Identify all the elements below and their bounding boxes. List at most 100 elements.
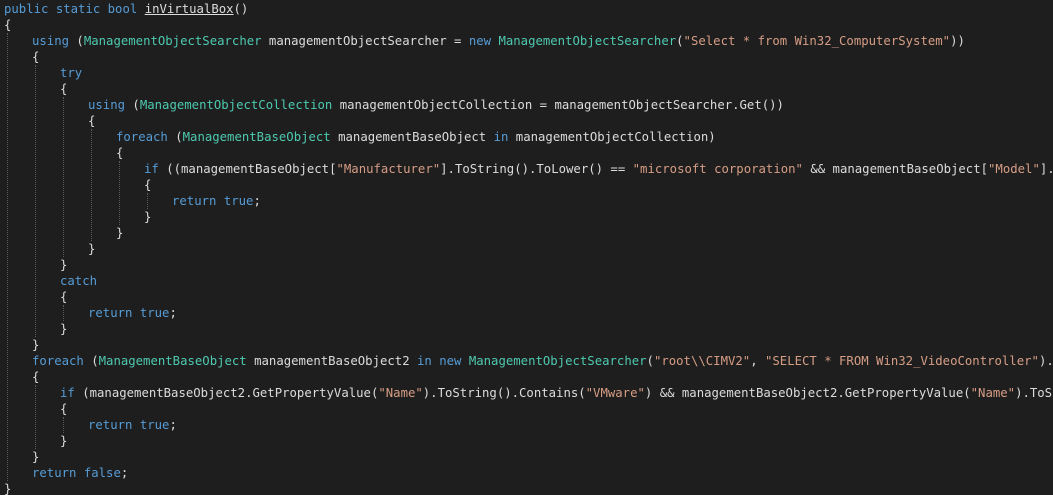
code-token: } [60,322,68,336]
code-token: )) [950,34,965,48]
code-token: { [4,18,12,32]
code-token: managementBaseObject [330,130,494,144]
code-token: ManagementObjectSearcher [83,34,262,48]
code-token: return [88,306,133,320]
indent-guide [91,129,92,241]
code-token: try [60,66,83,80]
code-token: ( [646,354,654,368]
code-token: managementObjectCollection = managementO… [332,98,784,112]
code-token: ).ToString(). [1015,386,1053,400]
code-token: { [32,50,40,64]
code-token: ; [169,306,177,320]
code-token: { [60,402,68,416]
code-line: return true; [88,305,177,321]
code-token: "SELECT * FROM Win32_VideoController" [765,354,1039,368]
code-token: { [32,370,40,384]
code-line: } [32,449,39,465]
code-line: catch [60,273,97,289]
code-line: foreach (ManagementBaseObject management… [32,353,1053,369]
code-token: , [750,354,765,368]
code-token: ManagementBaseObject [98,354,247,368]
code-token: managementBaseObject2 [246,354,417,368]
code-token: bool [107,2,138,16]
code-token: in [493,130,509,144]
code-token: ).Get()) [1038,354,1053,368]
code-token: "Select * from Win32_ComputerSystem" [683,34,951,48]
code-line: { [32,369,39,385]
code-token: { [116,146,124,160]
code-line: } [60,257,67,273]
code-token: public [4,2,49,16]
code-token: "microsoft corporation" [632,162,803,176]
code-line: { [60,81,67,97]
code-token: ( [83,354,99,368]
code-line: foreach (ManagementBaseObject management… [116,129,716,145]
code-token: static [55,2,101,16]
code-editor[interactable]: public static bool inVirtualBox(){using … [0,0,1053,495]
code-token: ( [125,98,140,112]
code-token: { [144,178,152,192]
code-token: && managementBaseObject[ [802,162,989,176]
code-token: foreach [116,130,168,144]
code-token: new [468,34,492,48]
code-line: { [144,177,151,193]
indent-guide [63,305,64,321]
code-token: ].ToString().ToLower() == [440,162,633,176]
code-token: ManagementObjectCollection [139,98,333,112]
code-token: foreach [32,354,84,368]
code-line: } [60,321,67,337]
code-line: using (ManagementObjectSearcher manageme… [32,33,965,49]
code-token: () [233,2,249,16]
code-token: true [139,418,170,432]
code-token: ; [120,466,129,480]
code-token: ManagementObjectSearcher [468,354,647,368]
code-token: ].ToString [1039,162,1053,176]
code-token: using [32,34,70,48]
code-token: if [144,162,159,176]
code-token: true [139,306,170,320]
code-token: if [60,386,75,400]
code-token: return [88,418,133,432]
code-line: if ((managementBaseObject["Manufacturer"… [144,161,1053,177]
code-line: return true; [172,193,261,209]
code-token: "Name" [378,386,423,400]
indent-guide [35,385,36,449]
code-token: ((managementBaseObject[ [158,162,337,176]
code-token: inVirtualBox [144,2,234,16]
code-token: in [417,354,432,368]
code-line: return false; [32,465,128,481]
code-line: try [60,65,82,81]
code-token: ( [676,34,684,48]
code-line: } [116,225,123,241]
code-line: } [32,337,39,353]
code-line: { [116,145,123,161]
code-line: } [4,481,11,495]
code-token: ; [169,418,177,432]
code-token: ManagementObjectSearcher [498,34,677,48]
code-token: "VMware" [585,386,645,400]
code-token: ) && managementBaseObject2.GetPropertyVa… [644,386,971,400]
code-line: using (ManagementObjectCollection manage… [88,97,784,113]
code-token: "Name" [970,386,1016,400]
code-line: { [60,289,67,305]
indent-guide [119,161,120,225]
indent-guide [35,65,36,337]
code-token: } [144,210,152,224]
indent-guide [7,33,8,481]
indent-guide [63,97,64,257]
code-line: public static bool inVirtualBox() [4,1,248,17]
code-line: { [4,17,11,33]
code-token: managementObjectSearcher = [261,34,469,48]
code-token: catch [60,274,98,288]
code-token: (managementBaseObject2.GetPropertyValue( [74,386,379,400]
code-token: } [32,338,40,352]
code-line: return true; [88,417,177,433]
code-token: ( [69,34,84,48]
